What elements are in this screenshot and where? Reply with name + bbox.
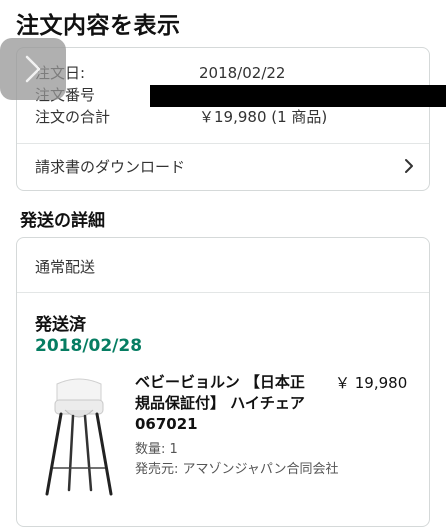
shipping-details-title: 発送の詳細 [20, 211, 105, 231]
shipment-divider [17, 292, 429, 293]
shipment-card: 通常配送 発送済 2018/02/28 ベビービョルン 【日本正規品保証付】 ハ… [16, 237, 430, 527]
shipping-method: 通常配送 [35, 258, 96, 276]
invoice-download-label: 請求書のダウンロード [35, 158, 186, 176]
chevron-right-icon [25, 55, 41, 83]
product-title[interactable]: ベビービョルン 【日本正規品保証付】 ハイチェア 067021 [135, 372, 305, 435]
product-quantity: 数量: 1 [135, 442, 178, 457]
product-image[interactable] [39, 372, 119, 502]
order-summary-card: 注文日: 2018/02/22 注文番号 注文の合計 ￥19,980 (1 商品… [16, 47, 430, 191]
back-button[interactable] [0, 38, 66, 100]
invoice-download-row[interactable]: 請求書のダウンロード [17, 144, 429, 190]
chevron-right-icon [405, 159, 413, 173]
order-total-label: 注文の合計 [35, 108, 111, 126]
product-seller: 発売元: アマゾンジャパン合同会社 [135, 462, 339, 477]
product-price: ￥ 19,980 [335, 374, 408, 392]
page-title: 注文内容を表示 [16, 13, 181, 39]
order-total-value: ￥19,980 (1 商品) [199, 108, 328, 126]
redaction-bar [150, 85, 446, 107]
shipment-status: 発送済 [35, 315, 86, 335]
shipment-date: 2018/02/28 [35, 336, 143, 356]
order-date-value: 2018/02/22 [199, 64, 286, 82]
